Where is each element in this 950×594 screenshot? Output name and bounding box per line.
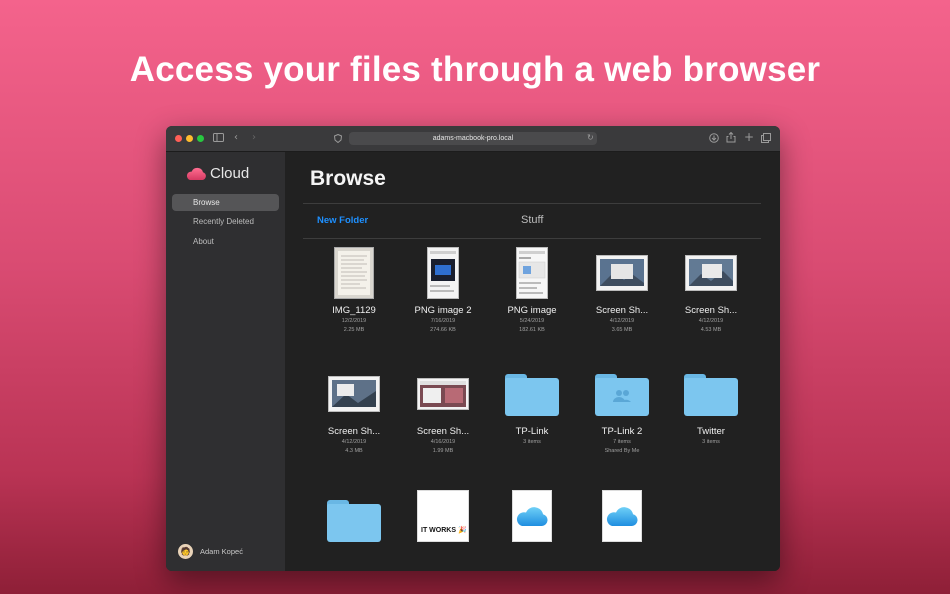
privacy-shield-icon[interactable]: [334, 134, 342, 143]
folder-name: TP-Link 2: [601, 426, 643, 437]
close-window-button[interactable]: [175, 135, 182, 142]
file-name: PNG image 2: [414, 305, 472, 316]
app-logo[interactable]: Cloud: [185, 165, 249, 182]
user-profile[interactable]: 🧑 Adam Kopeć: [178, 544, 243, 559]
browser-window: ‹ › adams-macbook-pro.local ↻ + Cloud Br…: [166, 126, 780, 571]
file-size: 274.66 KB: [430, 327, 456, 333]
file-thumbnail: IT WORKS 🎉: [403, 486, 483, 542]
forward-icon[interactable]: ›: [252, 131, 256, 145]
file-thumbnail: [582, 243, 662, 299]
folder-name: Twitter: [697, 426, 725, 437]
people-icon: [613, 390, 631, 402]
image-caption: IT WORKS 🎉: [421, 527, 467, 534]
file-date: 5/24/2019: [519, 318, 545, 324]
back-icon[interactable]: ‹: [234, 131, 238, 145]
file-thumbnail: [314, 364, 394, 420]
divider: [303, 203, 761, 204]
cloud-icon: [606, 507, 638, 526]
file-date: 12/2/2019: [341, 318, 367, 324]
file-size: 4.53 MB: [700, 327, 722, 333]
page-title: Browse: [310, 167, 386, 190]
sidebar-toggle-icon[interactable]: [213, 133, 224, 143]
shared-status: Shared By Me: [604, 448, 640, 454]
sidebar: Cloud Browse Recently Deleted About 🧑 Ad…: [166, 152, 285, 571]
folder-item[interactable]: TP-Link 2 7 items Shared By Me: [582, 364, 662, 455]
file-date: 4/12/2019: [698, 318, 724, 324]
divider: [303, 238, 761, 239]
browser-toolbar: ‹ › adams-macbook-pro.local ↻ +: [166, 126, 780, 152]
folder-item[interactable]: Twitter 3 items: [671, 364, 751, 446]
file-item[interactable]: [582, 486, 662, 542]
sidebar-item-recently-deleted[interactable]: Recently Deleted: [172, 213, 279, 230]
file-name: IMG_1129: [332, 305, 376, 316]
file-item[interactable]: Screen Sh... 4/12/2019 3.65 MB: [582, 243, 662, 334]
file-item[interactable]: Screen Sh... 4/12/2019 4.53 MB: [671, 243, 751, 334]
minimize-window-button[interactable]: [186, 135, 193, 142]
new-tab-icon[interactable]: +: [744, 130, 754, 144]
file-item[interactable]: Screen Sh... 4/16/2019 1.99 MB: [403, 364, 483, 455]
file-thumbnail: [582, 486, 662, 542]
shared-folder-icon: [582, 364, 662, 420]
file-thumbnail: [403, 364, 483, 420]
folder-item[interactable]: TP-Link 3 items: [492, 364, 572, 446]
zoom-window-button[interactable]: [197, 135, 204, 142]
file-name: Screen Sh...: [416, 426, 470, 437]
file-date: 7/16/2019: [430, 318, 456, 324]
file-thumbnail: [492, 486, 572, 542]
file-item[interactable]: IT WORKS 🎉: [403, 486, 483, 542]
file-thumbnail: [314, 243, 394, 299]
folder-item-count: 3 items: [702, 439, 720, 445]
folder-item[interactable]: [314, 486, 394, 542]
folder-name: TP-Link: [515, 426, 549, 437]
file-item[interactable]: PNG image 2 7/16/2019 274.66 KB: [403, 243, 483, 334]
address-bar[interactable]: adams-macbook-pro.local: [349, 132, 597, 145]
file-name: Screen Sh...: [327, 426, 381, 437]
share-icon[interactable]: [726, 132, 736, 143]
sidebar-item-about[interactable]: About: [172, 233, 279, 250]
file-thumbnail: [671, 243, 751, 299]
file-size: 4.3 MB: [345, 448, 363, 454]
cloud-icon: [516, 507, 548, 526]
file-item[interactable]: Screen Sh... 4/12/2019 4.3 MB: [314, 364, 394, 455]
file-item[interactable]: IMG_1129 12/2/2019 2.25 MB: [314, 243, 394, 334]
sidebar-item-browse[interactable]: Browse: [172, 194, 279, 211]
file-size: 2.25 MB: [343, 327, 365, 333]
reload-icon[interactable]: ↻: [587, 131, 594, 145]
headline: Access your files through a web browser: [129, 50, 821, 89]
file-size: 3.65 MB: [611, 327, 633, 333]
cloud-logo-icon: [186, 167, 206, 180]
file-item[interactable]: PNG image 5/24/2019 182.61 KB: [492, 243, 572, 334]
main-content: Browse New Folder Stuff IMG_1129 12/2/20…: [285, 152, 780, 571]
file-date: 4/16/2019: [430, 439, 456, 445]
file-thumbnail: [492, 243, 572, 299]
file-name: PNG image: [507, 305, 557, 316]
folder-item-count: 3 items: [523, 439, 541, 445]
file-thumbnail: [403, 243, 483, 299]
file-item[interactable]: [492, 486, 572, 542]
tab-overview-icon[interactable]: [761, 133, 771, 143]
file-size: 1.99 MB: [432, 448, 454, 454]
folder-icon: [492, 364, 572, 420]
file-date: 4/12/2019: [341, 439, 367, 445]
file-date: 4/12/2019: [609, 318, 635, 324]
avatar: 🧑: [178, 544, 193, 559]
file-size: 182.61 KB: [519, 327, 545, 333]
file-name: Screen Sh...: [684, 305, 738, 316]
file-name: Screen Sh...: [595, 305, 649, 316]
breadcrumb[interactable]: Stuff: [521, 214, 543, 226]
new-folder-button[interactable]: New Folder: [317, 215, 368, 226]
download-icon[interactable]: [709, 133, 719, 143]
folder-icon: [671, 364, 751, 420]
user-name: Adam Kopeć: [200, 547, 243, 556]
app-name: Cloud: [210, 165, 250, 182]
folder-icon: [314, 486, 394, 542]
folder-item-count: 7 items: [613, 439, 631, 445]
